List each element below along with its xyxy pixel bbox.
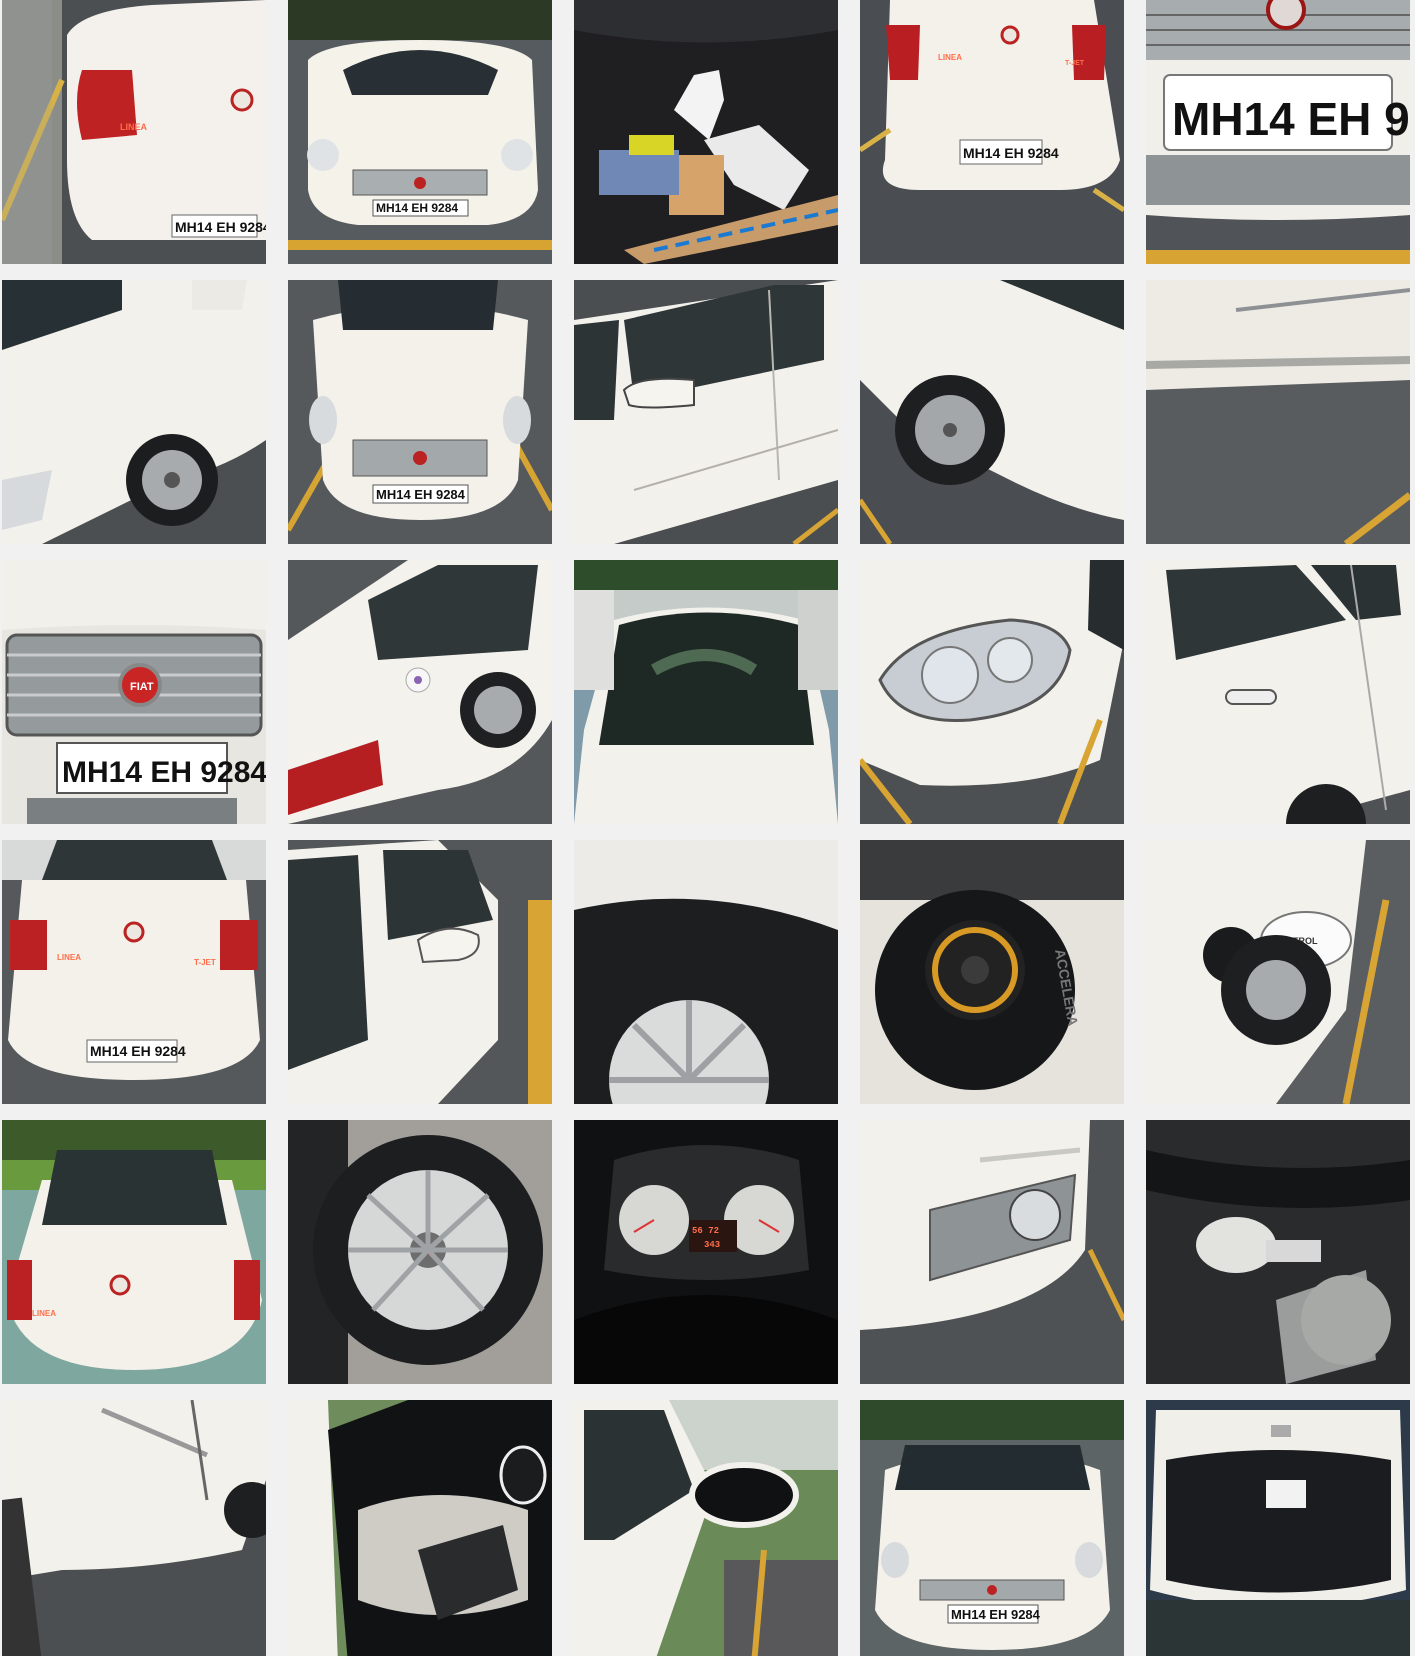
plate-text: MH14 EH 9284 <box>90 1043 186 1059</box>
photo-tile[interactable]: 56 72 343 <box>574 1120 838 1384</box>
side-mirror-closeup-photo <box>574 1400 838 1656</box>
inner-door-panel-photo <box>288 1400 552 1656</box>
photo-tile[interactable]: LINEA MH14 EH 9284 <box>2 0 266 264</box>
front-grille-plate-photo: FIAT MH14 EH 9284 <box>2 560 266 824</box>
photo-tile[interactable] <box>288 840 552 1104</box>
front-view-shade-photo: MH14 EH 9284 <box>288 280 552 544</box>
plate-text: MH14 EH 9284 <box>175 219 266 235</box>
bonnet-open-photo <box>1146 1400 1410 1656</box>
engine-bay-photo <box>1146 1120 1410 1384</box>
photo-tile[interactable] <box>574 0 838 264</box>
rear-badge-label: T-JET <box>1065 60 1085 67</box>
photo-tile[interactable]: LINEA T-JET MH14 EH 9284 <box>2 840 266 1104</box>
photo-tile[interactable] <box>1146 1120 1410 1384</box>
rear-badge-label: LINEA <box>120 122 148 132</box>
spare-tyre-photo: ACCELERA <box>860 840 1124 1104</box>
photo-tile[interactable]: FIAT MH14 EH 9284 <box>2 560 266 824</box>
right-side-doors-photo <box>1146 560 1410 824</box>
plate-text: MH14 EH 9284 <box>376 487 466 502</box>
photo-tile[interactable] <box>574 560 838 824</box>
photo-tile[interactable]: MH14 EH 9284 <box>1146 0 1410 264</box>
photo-tile[interactable]: LINEA <box>2 1120 266 1384</box>
headlamp-closeup-photo <box>860 560 1124 824</box>
plate-text: MH14 EH 9284 <box>376 201 458 215</box>
alloy-wheel-photo <box>288 1120 552 1384</box>
rear-right-quarter-photo <box>288 560 552 824</box>
photo-tile[interactable] <box>1146 280 1410 544</box>
photo-tile[interactable] <box>2 280 266 544</box>
rear-outdoor-view-photo: LINEA <box>2 1120 266 1384</box>
photo-tile[interactable]: PETROL <box>1146 840 1410 1104</box>
plate-text: MH14 EH 9284 <box>62 756 266 789</box>
photo-tile[interactable] <box>860 560 1124 824</box>
photo-tile[interactable] <box>574 280 838 544</box>
photo-tile[interactable]: MH14 EH 9284 <box>288 0 552 264</box>
front-plate-closeup-photo: MH14 EH 9284 <box>1146 0 1410 264</box>
rear-left-view-photo: LINEA MH14 EH 9284 <box>2 0 266 264</box>
front-left-wheel-photo <box>860 280 1124 544</box>
rear-center-view-photo: LINEA T-JET MH14 EH 9284 <box>860 0 1124 264</box>
fog-lamp-photo <box>860 1120 1124 1384</box>
photo-tile[interactable] <box>860 1120 1124 1384</box>
photo-tile[interactable]: MH14 EH 9284 <box>288 280 552 544</box>
front-outdoor-view-photo: MH14 EH 9284 <box>860 1400 1124 1656</box>
photo-tile[interactable]: ACCELERA <box>860 840 1124 1104</box>
photo-tile[interactable] <box>574 1400 838 1656</box>
fiat-badge-text: FIAT <box>130 681 154 693</box>
left-doors-photo <box>574 280 838 544</box>
photo-tile[interactable] <box>574 840 838 1104</box>
photo-tile[interactable] <box>1146 1400 1410 1656</box>
photo-gallery: LINEA MH14 EH 9284 MH14 EH 9284 LINEA T-… <box>0 0 1415 1656</box>
rear-door-trim-photo <box>1146 280 1410 544</box>
photo-tile[interactable]: MH14 EH 9284 <box>860 1400 1124 1656</box>
wheel-closeup-photo <box>574 840 838 1104</box>
left-side-mirror-photo <box>288 840 552 1104</box>
front-high-view-photo: MH14 EH 9284 <box>288 0 552 264</box>
rear-badge-label: LINEA <box>32 1309 56 1318</box>
windshield-high-photo <box>574 560 838 824</box>
rear-badge-label: T-JET <box>194 958 216 967</box>
instrument-cluster-photo: 56 72 343 <box>574 1120 838 1384</box>
photo-tile[interactable] <box>1146 560 1410 824</box>
cluster-readout: 56 72 <box>692 1226 719 1236</box>
cluster-readout: 343 <box>704 1240 720 1250</box>
photo-tile[interactable] <box>860 280 1124 544</box>
photo-tile[interactable] <box>288 560 552 824</box>
fuel-lid-open-photo: PETROL <box>1146 840 1410 1104</box>
photo-tile[interactable]: LINEA T-JET MH14 EH 9284 <box>860 0 1124 264</box>
plate-text: MH14 EH 9284 <box>963 145 1059 161</box>
rear-badge-label: LINEA <box>938 53 962 62</box>
photo-tile[interactable] <box>288 1120 552 1384</box>
door-scuff-photo <box>2 1400 266 1656</box>
plate-text: MH14 EH 9284 <box>951 1607 1041 1622</box>
front-left-quarter-photo <box>2 280 266 544</box>
rear-view-photo: LINEA T-JET MH14 EH 9284 <box>2 840 266 1104</box>
rear-badge-label: LINEA <box>57 953 81 962</box>
photo-tile[interactable] <box>288 1400 552 1656</box>
photo-tile[interactable] <box>2 1400 266 1656</box>
plate-text: MH14 EH 9284 <box>1172 93 1410 145</box>
boot-contents-photo <box>574 0 838 264</box>
